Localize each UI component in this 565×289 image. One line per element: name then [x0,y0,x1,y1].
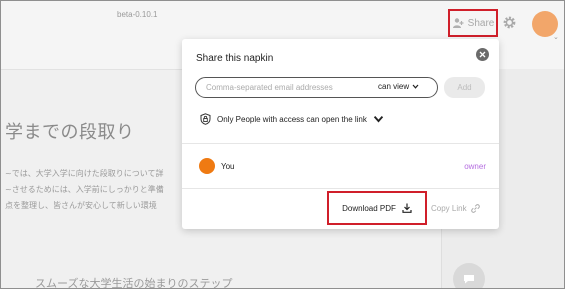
member-name: You [221,161,235,171]
share-person-icon [452,18,464,28]
divider [182,143,499,144]
add-button[interactable]: Add [444,77,485,98]
download-icon [402,203,412,213]
divider [182,188,499,189]
link-icon [470,204,480,213]
email-field-wrapper: can view [195,77,438,98]
copy-link-button[interactable]: Copy Link [431,204,480,213]
app-window: beta-0.10.1 Share ⌄ 学までの段取り ~では、大学入学に向けた… [0,0,565,289]
share-dialog: Share this napkin can view Add Only Peop… [182,39,499,229]
chevron-down-icon [412,84,419,89]
permission-select[interactable]: can view [378,82,419,91]
download-pdf-button[interactable]: Download PDF [327,191,427,225]
document-text-line: ~させるためには、入学前にしっかりと準備 [5,185,164,194]
chat-button[interactable] [453,263,485,288]
member-row: You owner [199,158,486,174]
close-icon [479,51,486,58]
gear-icon[interactable] [502,15,517,30]
lock-shield-icon [200,113,211,125]
link-access-select[interactable]: Only People with access can open the lin… [200,113,384,125]
chat-icon [464,275,474,284]
version-label: beta-0.10.1 [117,10,158,19]
download-label: Download PDF [342,203,396,213]
share-label: Share [467,17,495,29]
document-subheading: スムーズな大学生活の始まりのステップ [35,277,233,289]
member-role: owner [464,161,486,171]
user-avatar [199,158,215,174]
access-label: Only People with access can open the lin… [217,114,367,124]
chevron-down-icon[interactable]: ⌄ [553,33,559,41]
document-text-line: 点を整理し、皆さんが安心して新しい環境 [5,201,157,210]
close-button[interactable] [476,48,489,61]
permission-value: can view [378,82,410,91]
document-title: 学までの段取り [5,122,135,143]
dialog-title: Share this napkin [196,53,274,64]
chevron-down-icon [373,116,384,123]
document-text-line: ~では、大学入学に向けた段取りについて詳 [5,169,164,178]
copy-link-label: Copy Link [431,204,467,213]
email-field[interactable] [206,83,366,92]
share-button[interactable]: Share [448,9,498,37]
